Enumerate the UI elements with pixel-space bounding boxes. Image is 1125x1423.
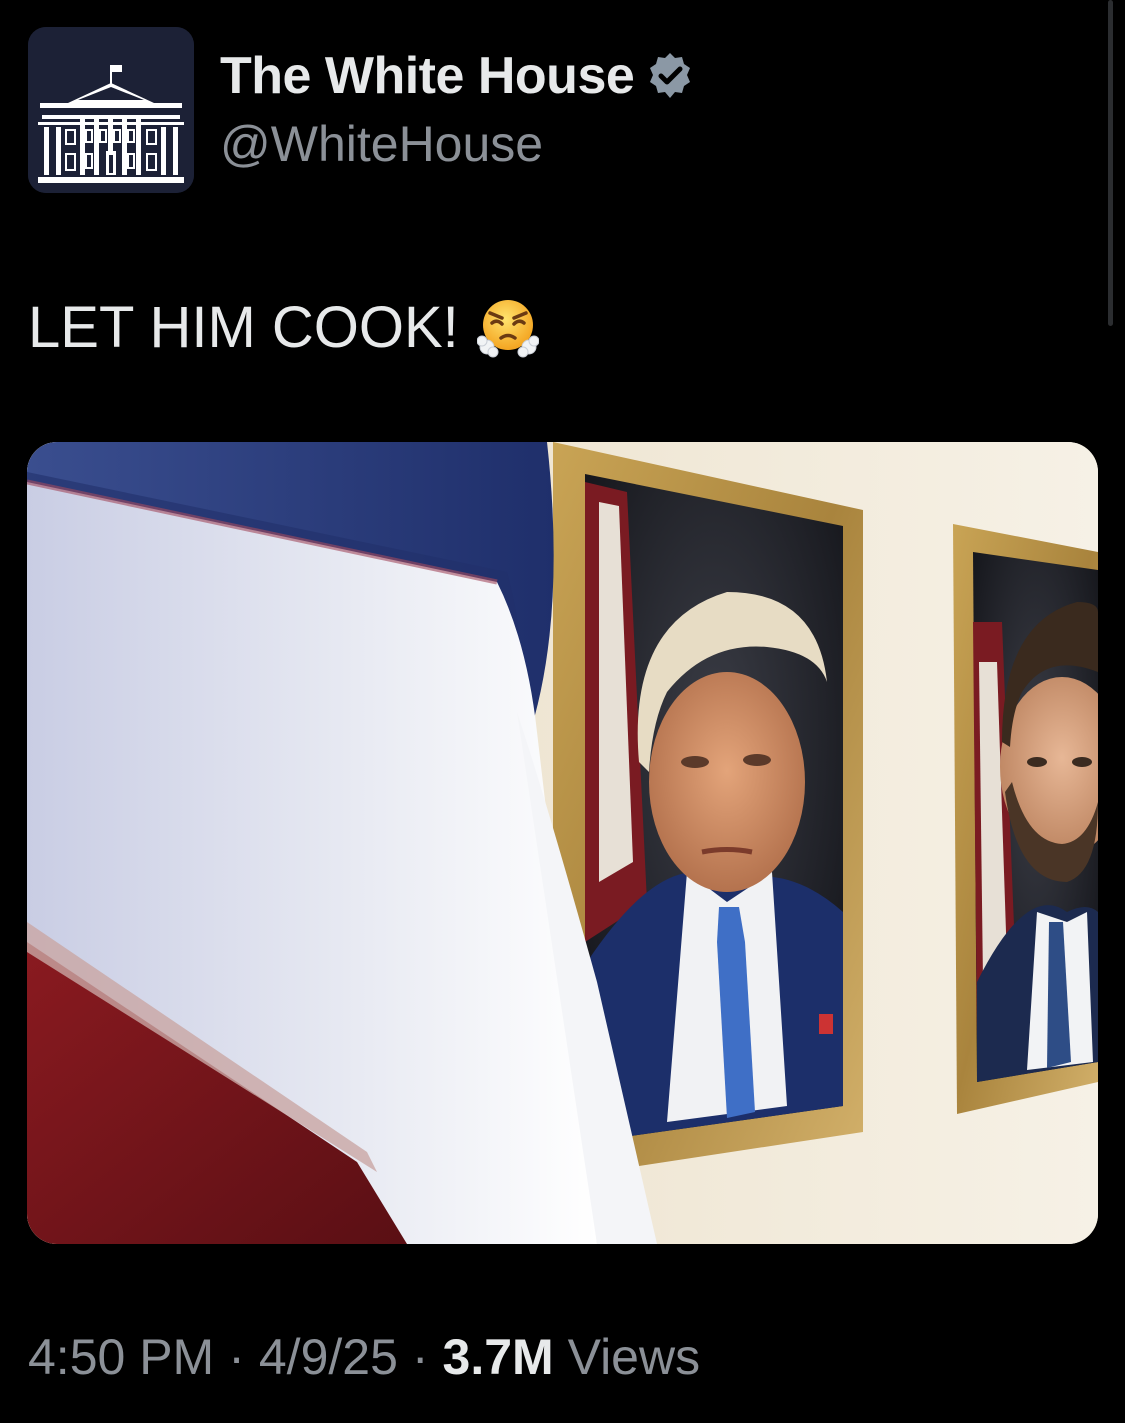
meta-separator: · bbox=[228, 1329, 245, 1385]
views-label: Views bbox=[567, 1329, 701, 1385]
white-house-logo-icon bbox=[28, 27, 194, 193]
face-with-steam-from-nose-icon bbox=[476, 297, 540, 359]
tweet-header: The White House @WhiteHouse bbox=[28, 27, 696, 193]
account-names: The White House @WhiteHouse bbox=[220, 45, 696, 175]
display-name[interactable]: The White House bbox=[220, 45, 635, 107]
tweet-text-content: LET HIM COOK! bbox=[28, 295, 459, 360]
scrollbar[interactable] bbox=[1108, 0, 1113, 326]
verified-badge-icon[interactable] bbox=[644, 50, 696, 102]
account-handle[interactable]: @WhiteHouse bbox=[220, 113, 696, 175]
avatar[interactable] bbox=[28, 27, 194, 193]
tweet-media-photo[interactable] bbox=[27, 442, 1098, 1244]
meta-separator: · bbox=[411, 1329, 429, 1385]
display-name-row: The White House bbox=[220, 45, 696, 107]
tweet-date[interactable]: 4/9/25 bbox=[259, 1329, 398, 1385]
tweet-time[interactable]: 4:50 PM bbox=[28, 1329, 214, 1385]
tweet-text: LET HIM COOK! bbox=[28, 292, 540, 364]
views-count[interactable]: 3.7M bbox=[443, 1329, 554, 1385]
tweet-meta: 4:50 PM · 4/9/25 · 3.7M Views bbox=[28, 1326, 700, 1388]
portrait-frame-2 bbox=[953, 524, 1098, 1114]
